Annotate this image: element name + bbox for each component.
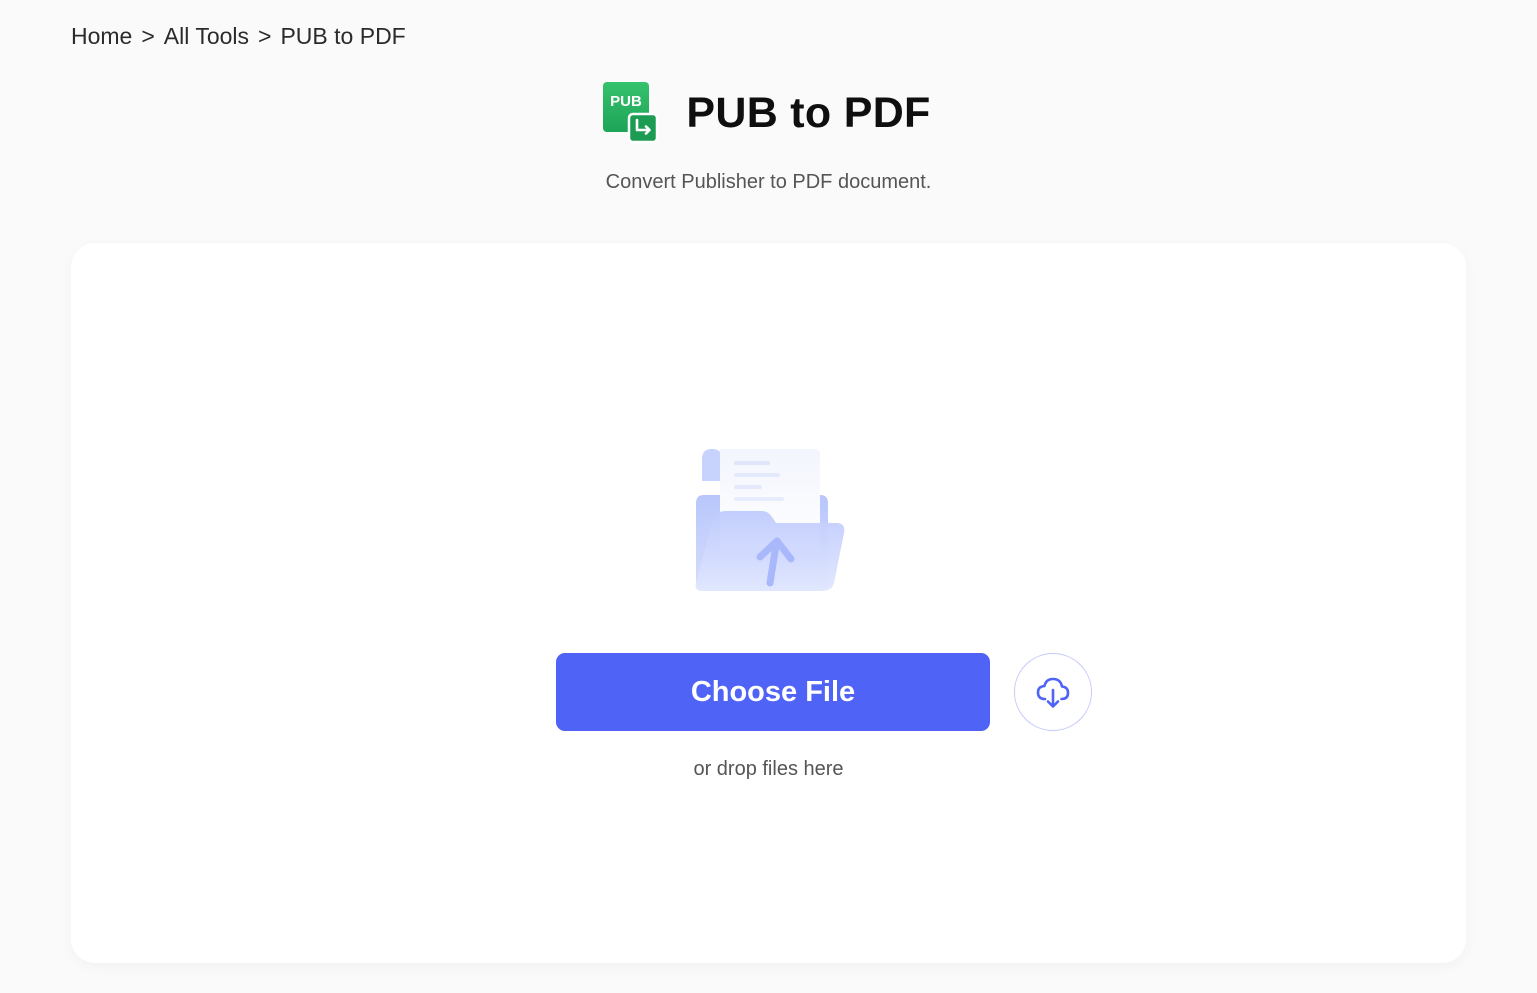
- breadcrumb-current: PUB to PDF: [280, 23, 406, 49]
- pub-to-pdf-icon: PUB: [603, 82, 659, 144]
- breadcrumb-home-link[interactable]: Home: [71, 20, 132, 52]
- folder-upload-icon: [695, 449, 845, 591]
- page-header: PUB PUB to PDF: [0, 82, 1537, 144]
- cloud-download-icon: [1036, 677, 1070, 708]
- breadcrumb: Home > All Tools > PUB to PDF: [71, 20, 406, 52]
- breadcrumb-all-tools-link[interactable]: All Tools: [164, 20, 249, 52]
- pub-icon-label: PUB: [611, 93, 643, 110]
- upload-dropzone[interactable]: Choose File or drop files here: [71, 243, 1466, 963]
- page-title: PUB to PDF: [686, 89, 931, 137]
- page-subtitle: Convert Publisher to PDF document.: [605, 171, 932, 193]
- breadcrumb-separator: >: [141, 23, 155, 49]
- choose-file-button[interactable]: Choose File: [556, 653, 990, 731]
- drop-files-hint: or drop files here: [693, 758, 844, 780]
- breadcrumb-separator: >: [258, 23, 272, 49]
- cloud-upload-button[interactable]: [1014, 653, 1092, 731]
